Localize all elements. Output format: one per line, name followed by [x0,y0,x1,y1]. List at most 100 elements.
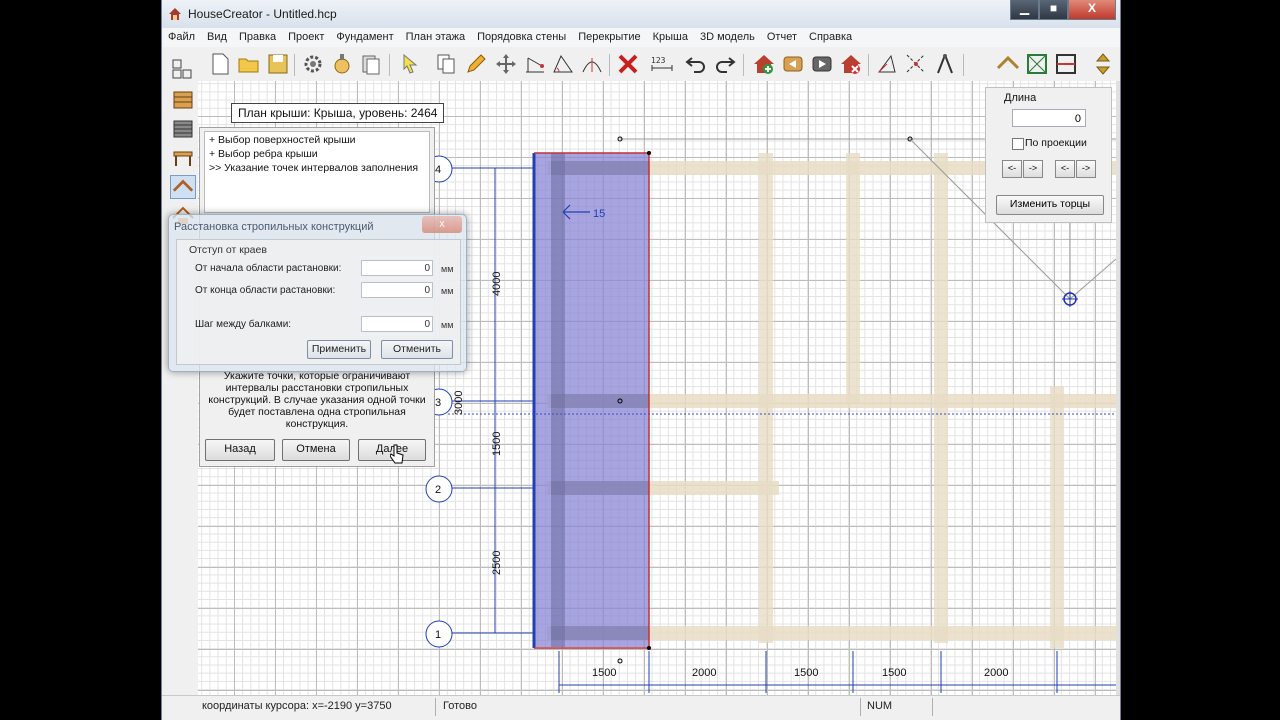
plan-level-label: План крыши: Крыша, уровень: 2464 [231,103,445,123]
menu-file[interactable]: Файл [162,28,201,47]
wall-icon[interactable] [170,117,196,141]
app-logo-icon [169,8,181,20]
wizard-step-2: + Выбор ребра крыши [209,148,318,160]
beam-step-label: Шаг между балками: [195,319,292,330]
dim-horizontal-4: 1500 [882,667,906,679]
svg-text:4: 4 [435,164,441,176]
menu-view[interactable]: Вид [201,28,233,47]
offset-group-label: Отступ от краев [189,244,267,256]
dialog-close-button[interactable]: x [422,216,462,233]
dim-vertical-2: 1500 [491,432,503,456]
right-arrow-button-1[interactable]: -> [1023,160,1043,178]
paste-icon[interactable] [359,52,383,76]
new-file-icon[interactable] [208,52,232,76]
floors-icon[interactable] [170,57,194,81]
save-icon[interactable] [266,52,290,76]
svg-text:3: 3 [435,397,441,409]
right-arrow-button-2[interactable]: -> [1076,160,1096,178]
roof-tool-icon[interactable] [170,175,196,199]
axis-1: 1 [425,620,453,648]
status-bar: координаты курсора: x=-2190 y=3750 Готов… [162,695,1120,720]
menu-3d-model[interactable]: 3D модель [694,28,761,47]
svg-text:15: 15 [593,208,605,220]
delete-icon[interactable] [616,52,640,76]
svg-text:123: 123 [651,56,666,65]
house-remove-icon[interactable] [839,52,863,76]
settings-gear-icon[interactable] [301,52,325,76]
left-arrow-button-2[interactable]: <- [1055,160,1075,178]
dim-vertical-1: 4000 [491,272,503,296]
cursor-coordinates: координаты курсора: x=-2190 y=3750 [202,700,392,712]
dialog-cancel-button[interactable]: Отменить [381,340,453,359]
triangle-measure-icon[interactable] [875,52,899,76]
svg-text:2: 2 [435,484,441,496]
menu-wall-rows[interactable]: Порядовка стены [471,28,572,47]
redo-icon[interactable] [713,52,737,76]
axis-2: 2 [425,475,453,503]
by-projection-label: По проекции [1025,137,1087,149]
floor-icon[interactable] [170,146,196,170]
change-ends-button[interactable]: Изменить торцы [996,195,1104,215]
measure-icon[interactable] [523,52,547,76]
compass-icon[interactable] [933,52,957,76]
arc-icon[interactable] [580,52,604,76]
maximize-button[interactable]: ■ [1039,0,1068,20]
rafter-placement-dialog: Расстановка стропильных конструкций x От… [168,214,467,372]
minimize-button[interactable]: ▁ [1010,0,1039,20]
scroll-arrows-icon[interactable] [1091,52,1115,76]
copy-icon[interactable] [434,52,458,76]
forward-icon[interactable] [810,52,834,76]
start-offset-input[interactable]: 0 [361,260,433,276]
end-offset-input[interactable]: 0 [361,282,433,298]
split-icon[interactable] [1054,52,1078,76]
post [934,153,948,643]
by-projection-checkbox[interactable] [1012,138,1024,150]
move-icon[interactable] [494,52,518,76]
cut-icon[interactable] [330,52,354,76]
length-panel: Длина 0 По проекции <- -> <- -> Изменить… [985,87,1112,223]
menu-ceiling[interactable]: Перекрытие [572,28,646,47]
post [846,153,860,403]
house-add-icon[interactable] [752,52,776,76]
dimension-icon[interactable]: 123 [650,52,674,76]
toolbar: 123 [162,48,1120,82]
apply-button[interactable]: Применить [307,340,371,359]
post [759,153,773,643]
menu-edit[interactable]: Правка [233,28,282,47]
angle-icon[interactable] [551,52,575,76]
wizard-step-3: >> Указание точек интервалов заполнения [209,162,419,174]
close-button[interactable]: X [1068,0,1116,20]
cross-box-icon[interactable] [1025,52,1049,76]
app-window: HouseCreator - Untitled.hcp ▁ ■ X Файл В… [161,0,1121,720]
wizard-step-1: + Выбор поверхностей крыши [209,134,356,146]
menu-foundation[interactable]: Фундамент [330,28,399,47]
roof-icon[interactable] [996,52,1020,76]
menu-roof[interactable]: Крыша [647,28,694,47]
left-arrow-button-1[interactable]: <- [1002,160,1022,178]
menu-floor-plan[interactable]: План этажа [400,28,471,47]
title-bar[interactable]: HouseCreator - Untitled.hcp ▁ ■ X [162,0,1120,29]
dim-vertical-3: 2500 [491,551,503,575]
dim-horizontal-3: 1500 [794,667,818,679]
mouse-cursor-icon [390,444,404,464]
dim-overlap: 3000 [453,391,465,415]
foundation-icon[interactable] [170,88,196,112]
menu-project[interactable]: Проект [282,28,330,47]
back-icon[interactable] [781,52,805,76]
nodes-icon[interactable] [904,52,928,76]
dialog-title: Расстановка стропильных конструкций [174,221,374,233]
menu-help[interactable]: Справка [803,28,858,47]
menu-bar: Файл Вид Правка Проект Фундамент План эт… [162,28,1120,47]
undo-icon[interactable] [684,52,708,76]
open-folder-icon[interactable] [237,52,261,76]
left-tool-panel [162,81,198,695]
status-text: Готово [443,700,477,712]
select-arrow-icon[interactable] [398,52,422,76]
back-button[interactable]: Назад [205,439,275,461]
length-input[interactable]: 0 [1012,109,1086,127]
vertical-scrollbar[interactable] [1116,81,1120,695]
beam-step-input[interactable]: 0 [361,316,433,332]
wizard-cancel-button[interactable]: Отмена [282,439,350,461]
menu-report[interactable]: Отчет [761,28,803,47]
pencil-icon[interactable] [464,52,488,76]
